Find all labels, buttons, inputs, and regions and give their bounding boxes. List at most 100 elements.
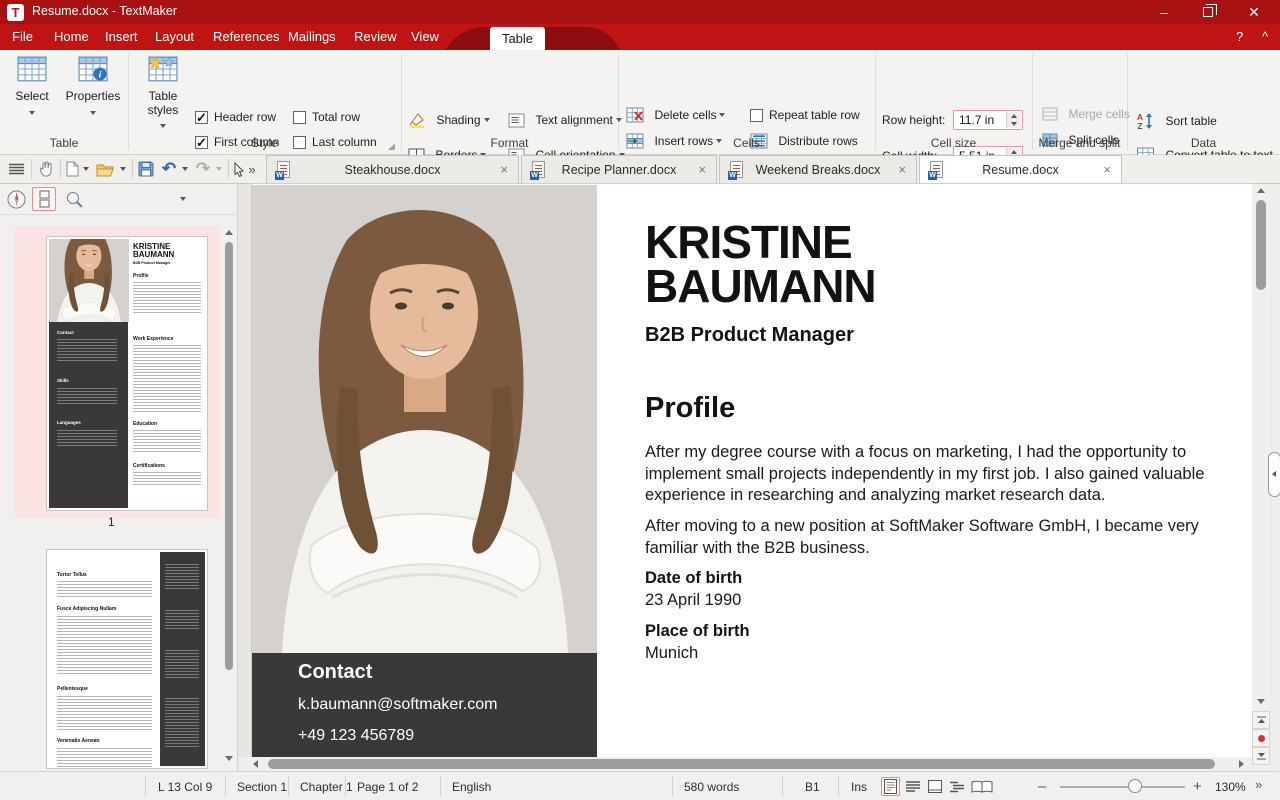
dob-value[interactable]: 23 April 1990	[645, 591, 741, 610]
sidebar-scrollbar[interactable]	[222, 228, 236, 771]
pob-value[interactable]: Munich	[645, 644, 698, 663]
tab-table[interactable]: Table	[490, 27, 545, 50]
zoom-out-button[interactable]: –	[1038, 778, 1046, 795]
menu-view[interactable]: View	[409, 24, 441, 50]
sidebar-options-dropdown[interactable]	[174, 187, 192, 211]
scroll-left-icon[interactable]	[253, 760, 258, 768]
search-mode-button[interactable]	[62, 187, 86, 211]
previous-page-button[interactable]	[1252, 711, 1270, 729]
sidebar-scrollbar-thumb[interactable]	[225, 242, 233, 670]
text-alignment-button[interactable]: Text alignment	[508, 111, 622, 129]
pages-mode-button[interactable]	[32, 187, 56, 211]
statusbar-overflow-button[interactable]: »	[1255, 777, 1262, 792]
spin-up-icon[interactable]	[1011, 114, 1017, 118]
new-document-button[interactable]	[64, 158, 81, 180]
spin-down-icon[interactable]	[1011, 122, 1017, 126]
menu-insert[interactable]: Insert	[103, 24, 140, 50]
resume-name-heading[interactable]: KRISTINEBAUMANN	[645, 220, 876, 308]
sort-table-button[interactable]: A Z Sort table	[1136, 112, 1217, 130]
scroll-down-icon[interactable]	[225, 756, 233, 761]
spin-up-icon[interactable]	[1011, 150, 1017, 154]
doc-tab-steakhouse[interactable]: W Steakhouse.docx ×	[266, 155, 519, 183]
open-dropdown[interactable]	[118, 158, 128, 180]
zoom-slider-track[interactable]	[1060, 786, 1185, 788]
toolbar-overflow-button[interactable]: »	[246, 158, 258, 180]
browse-object-button[interactable]	[1252, 729, 1270, 747]
resume-role[interactable]: B2B Product Manager	[645, 324, 854, 347]
view-book-button[interactable]	[969, 777, 995, 796]
menu-home[interactable]: Home	[52, 24, 91, 50]
profile-paragraph-1[interactable]: After my degree course with a focus on m…	[645, 442, 1205, 507]
contact-phone[interactable]: +49 123 456789	[298, 727, 414, 745]
help-button[interactable]: ?	[1236, 24, 1243, 50]
document-page[interactable]: Contact k.baumann@softmaker.com +49 123 …	[252, 184, 1252, 757]
contact-email[interactable]: k.baumann@softmaker.com	[298, 696, 497, 714]
view-fullscreen-button[interactable]	[925, 777, 944, 796]
vertical-scrollbar-thumb[interactable]	[1256, 200, 1266, 290]
next-page-button[interactable]	[1252, 747, 1270, 765]
total-row-checkbox[interactable]	[293, 111, 306, 124]
header-row-checkbox[interactable]	[195, 111, 208, 124]
menu-mailings[interactable]: Mailings	[286, 24, 338, 50]
scroll-up-icon[interactable]	[225, 230, 233, 235]
object-mode-button[interactable]	[231, 158, 247, 180]
tab-close-icon[interactable]: ×	[1103, 162, 1111, 177]
row-height-spinner[interactable]	[1006, 112, 1021, 128]
profile-paragraph-2[interactable]: After moving to a new position at SoftMa…	[645, 516, 1205, 559]
collapse-ribbon-button[interactable]: ^	[1262, 24, 1268, 50]
select-button[interactable]: Select	[8, 56, 56, 121]
scroll-up-icon[interactable]	[1257, 188, 1265, 193]
right-panel-collapse-handle[interactable]	[1268, 452, 1280, 497]
view-outline-button[interactable]	[947, 777, 966, 796]
contact-heading[interactable]: Contact	[298, 661, 372, 684]
checkbox-header-row[interactable]: Header row	[195, 108, 276, 126]
row-height-input[interactable]: 11.7 in	[953, 110, 1023, 130]
shading-button[interactable]: Shading	[408, 111, 490, 129]
save-button[interactable]	[136, 158, 156, 180]
page-indicator[interactable]: Page 1 of 2	[357, 780, 418, 794]
repeat-table-row-checkbox-row[interactable]: Repeat table row	[750, 106, 860, 124]
cursor-position[interactable]: L 13 Col 9	[158, 780, 212, 794]
word-count[interactable]: 580 words	[684, 780, 739, 794]
doc-tab-resume[interactable]: W Resume.docx ×	[919, 155, 1122, 184]
view-continuous-button[interactable]	[903, 777, 922, 796]
tab-close-icon[interactable]: ×	[898, 162, 906, 177]
doc-tab-weekend-breaks[interactable]: W Weekend Breaks.docx ×	[719, 155, 917, 183]
touch-mode-button[interactable]	[36, 158, 56, 180]
language-indicator[interactable]: English	[452, 780, 491, 794]
undo-dropdown[interactable]	[180, 158, 190, 180]
scroll-down-icon[interactable]	[1257, 699, 1265, 704]
properties-button[interactable]: i Properties	[62, 56, 124, 121]
navigation-mode-button[interactable]	[4, 187, 28, 211]
horizontal-scrollbar-thumb[interactable]	[268, 759, 1215, 769]
style-indicator[interactable]: B1	[805, 780, 820, 794]
scroll-right-icon[interactable]	[1239, 760, 1244, 768]
insert-mode-indicator[interactable]: Ins	[851, 780, 867, 794]
zoom-in-button[interactable]: +	[1193, 778, 1202, 795]
minimize-button[interactable]: –	[1143, 0, 1185, 24]
zoom-level[interactable]: 130%	[1215, 780, 1246, 794]
checkbox-total-row[interactable]: Total row	[293, 108, 360, 126]
horizontal-scrollbar[interactable]	[239, 757, 1252, 771]
tab-close-icon[interactable]: ×	[698, 162, 706, 177]
page-thumbnail-2[interactable]: Tortor Tellus Fusce Adipiscing Nullam Pe…	[47, 550, 207, 768]
zoom-slider-knob[interactable]	[1128, 779, 1142, 793]
pob-label[interactable]: Place of birth	[645, 622, 750, 641]
repeat-table-row-checkbox[interactable]	[750, 109, 763, 122]
dob-label[interactable]: Date of birth	[645, 569, 742, 588]
close-button[interactable]: ✕	[1233, 0, 1275, 24]
menu-references[interactable]: References	[211, 24, 281, 50]
menu-review[interactable]: Review	[352, 24, 399, 50]
page-thumbnail-1[interactable]: Contact Skills Languages KRISTINEBAUMANN…	[15, 226, 220, 518]
undo-button[interactable]: ↶	[160, 158, 178, 180]
doc-tab-recipe-planner[interactable]: W Recipe Planner.docx ×	[521, 155, 717, 183]
menu-layout[interactable]: Layout	[153, 24, 196, 50]
restore-button[interactable]	[1187, 0, 1229, 24]
new-document-dropdown[interactable]	[81, 158, 91, 180]
menu-file[interactable]: File	[10, 24, 35, 50]
profile-heading[interactable]: Profile	[645, 392, 735, 425]
view-standard-button[interactable]	[881, 777, 900, 796]
table-styles-button[interactable]: Table styles	[138, 56, 188, 135]
open-button[interactable]	[95, 158, 116, 180]
section-indicator[interactable]: Section 1	[237, 780, 287, 794]
